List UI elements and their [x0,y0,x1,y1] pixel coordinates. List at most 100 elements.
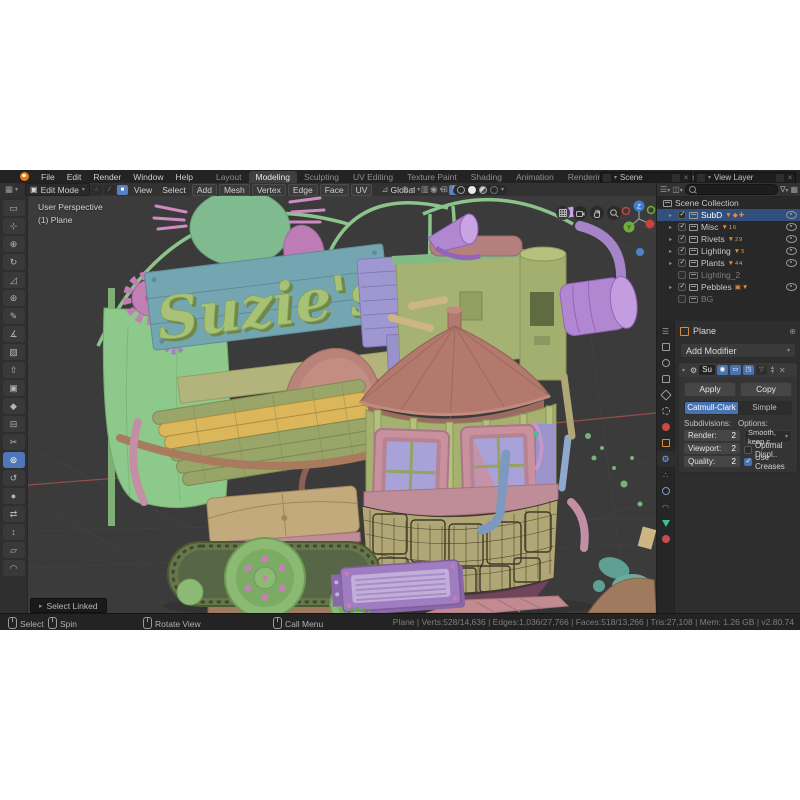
outliner-row-lighting[interactable]: ▸ Lighting ▼5 [657,245,800,257]
solid-shading-icon[interactable] [468,186,476,194]
model-radiator[interactable] [330,560,465,613]
tab-tool[interactable] [657,339,675,355]
checkbox[interactable] [678,223,686,231]
tab-modeling[interactable]: Modeling [249,171,298,183]
new-view-layer-button[interactable] [776,174,784,182]
menu-select[interactable]: Select [157,185,191,195]
tool-poly-build[interactable]: ⊚ [3,452,25,468]
apply-button[interactable]: Apply [684,382,736,397]
simple-button[interactable]: Simple [738,402,791,414]
tab-texture-paint[interactable]: Texture Paint [400,171,464,183]
expand-operator-icon[interactable]: ▸ [39,602,43,610]
expand-icon[interactable]: ▸ [669,284,675,291]
menu-add[interactable]: Add [192,184,217,196]
realtime-visibility-toggle[interactable]: ▭ [730,365,741,375]
menu-mesh[interactable]: Mesh [219,184,250,196]
tool-extrude-region[interactable]: ⇧ [3,362,25,378]
close-view-layer-icon[interactable]: ✕ [787,174,793,182]
modifier-name-field[interactable]: Su [699,365,715,375]
checkbox[interactable] [678,283,686,291]
outliner-row-lighting-2[interactable]: ▸ Lighting_2 [657,269,800,281]
blender-logo-icon[interactable] [20,172,29,181]
render-visibility-toggle[interactable]: ◉ [717,365,728,375]
copy-button[interactable]: Copy [740,382,792,397]
tab-shading[interactable]: Shading [464,171,509,183]
editor-type-icon[interactable]: ▦▾ [0,184,23,195]
face-select-button[interactable]: ■ [117,185,128,195]
tool-rotate[interactable]: ↻ [3,254,25,270]
material-shading-icon[interactable] [479,186,487,194]
menu-uv[interactable]: UV [351,184,373,196]
tab-render[interactable] [657,355,675,371]
checkbox[interactable] [678,235,686,243]
model-right-cylinder[interactable] [520,247,566,380]
axis-gizmo[interactable]: Z Y [620,198,658,238]
close-scene-icon[interactable]: ✕ [683,174,689,182]
tab-object[interactable] [657,435,675,451]
mode-dropdown[interactable]: ▣ Edit Mode ▾ [25,183,90,196]
tool-shrink-fatten[interactable]: ↕ [3,524,25,540]
tool-select-box[interactable]: ▭ [3,200,25,216]
tool-annotate[interactable]: ✎ [3,308,25,324]
outliner-editor-icon[interactable]: ☰▾ [660,185,670,194]
tab-scene[interactable] [657,403,675,419]
camera-dot-icon[interactable] [636,248,644,256]
tab-animation[interactable]: Animation [509,171,561,183]
pin-icon[interactable]: ⊕ [789,327,796,336]
editmode-visibility-toggle[interactable]: ◳ [743,365,754,375]
outliner-row-subd[interactable]: ▸ SubD ▼◆✚ [657,209,800,221]
tool-loop-cut[interactable]: ⊟ [3,416,25,432]
tab-particles[interactable]: ∴ [657,467,675,483]
outliner-filter-icon[interactable]: ∇▾ [780,185,788,194]
expand-icon[interactable]: ▸ [669,212,675,219]
menu-help[interactable]: Help [169,172,198,182]
outliner-new-collection-icon[interactable]: ▦ [790,185,798,194]
tab-physics[interactable] [657,483,675,499]
tool-scale[interactable]: ◿ [3,272,25,288]
tool-move[interactable]: ⊕ [3,236,25,252]
new-scene-button[interactable] [672,174,680,182]
tab-world[interactable] [657,419,675,435]
add-modifier-dropdown[interactable]: Add Modifier ▾ [680,343,796,358]
outliner-search-input[interactable] [685,184,778,195]
rendered-shading-icon[interactable] [490,186,498,194]
gizmos-dropdown[interactable]: ⊕▾ [400,184,416,195]
modifier-header[interactable]: ▾ ⚙ Su ◉ ▭ ◳ ▽ ▲▼ ✕ [679,363,797,377]
quality-field[interactable]: Quality:2 [684,456,740,467]
tool-cursor[interactable]: ⊹ [3,218,25,234]
camera-view-button[interactable] [573,206,587,220]
move-modifier-buttons[interactable]: ▲▼ [770,366,775,374]
menu-file[interactable]: File [35,172,61,182]
checkbox[interactable] [678,271,686,279]
outliner-row-pebbles[interactable]: ▸ Pebbles ▣▼ [657,281,800,293]
tool-add-cube[interactable]: ▧ [3,344,25,360]
delete-modifier-icon[interactable]: ✕ [779,366,786,375]
tool-edge-slide[interactable]: ⇄ [3,506,25,522]
edge-select-button[interactable]: ∕ [104,185,115,195]
vertex-select-button[interactable]: ∴ [91,185,102,195]
menu-face[interactable]: Face [320,184,349,196]
view-layer-selector[interactable]: ▾ View Layer ✕ [694,172,796,184]
outliner-row-rivets[interactable]: ▸ Rivets ▼29 [657,233,800,245]
catmull-clark-button[interactable]: Catmull-Clark [685,402,738,414]
menu-edge[interactable]: Edge [288,184,318,196]
expand-icon[interactable]: ▸ [669,260,675,267]
menu-edit[interactable]: Edit [61,172,88,182]
tab-material[interactable] [657,531,675,547]
tab-view-layer[interactable] [657,387,675,403]
checkbox[interactable] [678,259,686,267]
operator-panel[interactable]: ▸ Select Linked [30,598,107,613]
tab-layout[interactable]: Layout [209,171,249,183]
use-creases-checkbox[interactable]: Use Creases [744,457,792,467]
tool-knife[interactable]: ✂ [3,434,25,450]
viewport-canvas[interactable]: Suzie's Suzie's [28,196,656,613]
menu-vertex[interactable]: Vertex [252,184,286,196]
overlays-dropdown[interactable]: ▥▾ [419,184,436,195]
tab-output[interactable] [657,371,675,387]
expand-icon[interactable]: ▸ [669,248,675,255]
tool-smooth[interactable]: ● [3,488,25,504]
on-cage-toggle[interactable]: ▽ [756,365,767,375]
eye-icon[interactable] [786,283,797,291]
menu-render[interactable]: Render [87,172,127,182]
outliner-row-misc[interactable]: ▸ Misc ▼16 [657,221,800,233]
